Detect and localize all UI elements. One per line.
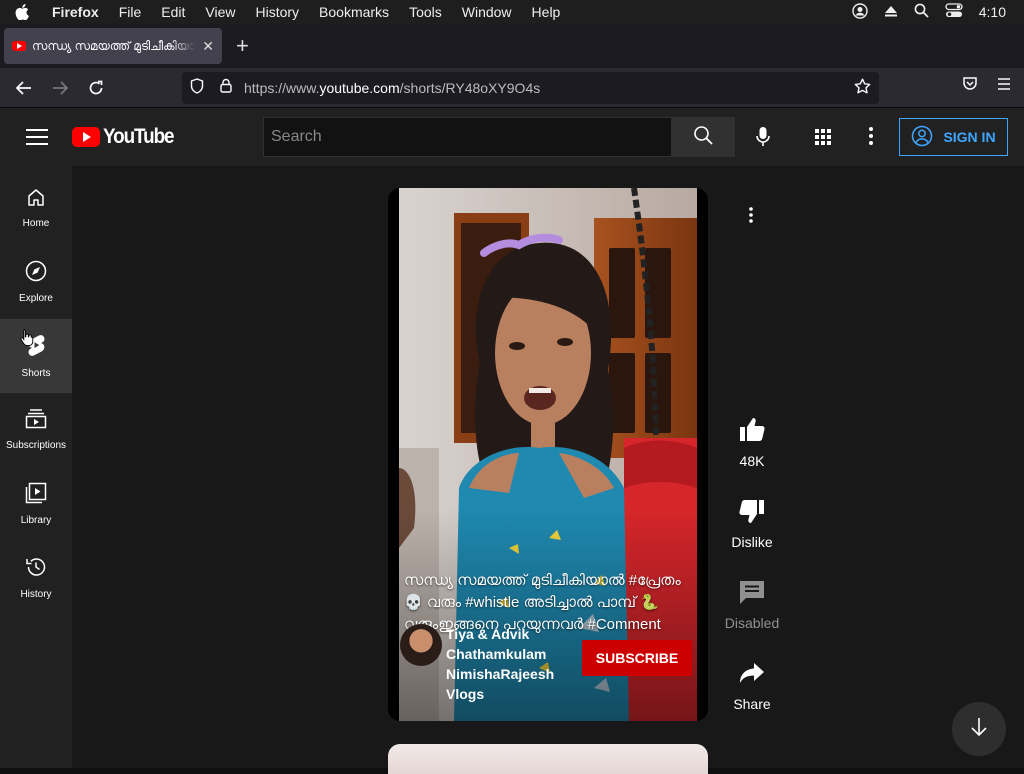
mouse-hand-cursor-icon xyxy=(20,329,34,346)
short-actions: 48K Dislike Disabled Share xyxy=(718,416,786,740)
settings-more-vert-icon[interactable] xyxy=(868,126,874,151)
bookmark-star-icon[interactable] xyxy=(854,78,871,99)
channel-name[interactable]: Tiya & Advik Chathamkulam NimishaRajeesh… xyxy=(446,624,576,704)
eject-icon[interactable] xyxy=(884,4,898,21)
thumb-down-icon xyxy=(738,497,766,528)
dislike-button[interactable]: Dislike xyxy=(731,497,773,578)
sidebar-item-label: Library xyxy=(20,515,52,526)
short-more-options-icon[interactable] xyxy=(748,206,754,229)
address-bar[interactable]: https://www.youtube.com/shorts/RY48oXY9O… xyxy=(182,72,879,104)
share-label: Share xyxy=(733,696,771,712)
subscriptions-icon xyxy=(25,409,47,432)
url-text[interactable]: https://www.youtube.com/shorts/RY48oXY9O… xyxy=(244,80,540,96)
like-count: 48K xyxy=(739,453,765,469)
apps-grid-icon[interactable] xyxy=(814,128,832,151)
youtube-logo[interactable]: YouTube xyxy=(72,125,181,149)
pocket-icon[interactable] xyxy=(962,76,978,96)
compass-icon xyxy=(25,260,47,285)
youtube-play-logo-icon xyxy=(72,127,100,147)
sidebar-item-explore[interactable]: Explore xyxy=(0,245,72,319)
dislike-label: Dislike xyxy=(731,534,773,550)
url-path: /shorts/RY48oXY9O4s xyxy=(399,80,541,96)
apple-menu-icon[interactable] xyxy=(0,4,44,20)
youtube-wordmark: YouTube xyxy=(103,125,175,148)
menu-bookmarks[interactable]: Bookmarks xyxy=(309,4,399,20)
comments-disabled-label: Disabled xyxy=(724,615,780,631)
tab-strip: സന്ധ്യ സമയത്ത് മുടിചീകിയാൽ #പ്രേതം ✕ + xyxy=(0,24,1024,68)
sidebar-item-library[interactable]: Library xyxy=(0,467,72,541)
channel-info: Tiya & Advik Chathamkulam NimishaRajeesh… xyxy=(400,624,700,704)
sidebar-item-subscriptions[interactable]: Subscriptions xyxy=(0,393,72,467)
like-button[interactable]: 48K xyxy=(738,416,766,497)
tab-title: സന്ധ്യ സമയത്ത് മുടിചീകിയാൽ #പ്രേതം xyxy=(32,38,196,53)
voice-search-mic-icon[interactable] xyxy=(744,118,782,156)
arrow-down-icon xyxy=(970,717,988,742)
comments-button[interactable]: Disabled xyxy=(725,578,779,659)
forward-arrow-icon[interactable] xyxy=(42,72,78,104)
shorts-video-player[interactable]: സന്ധ്യ സമയത്ത് മുടിചീകിയാൽ #പ്രേതം 💀 വരു… xyxy=(388,188,708,721)
sidebar-item-history[interactable]: History xyxy=(0,541,72,615)
caption-line: 💀 വരും #whistle അടിച്ചാൽ പാമ്പ് 🐍 xyxy=(404,594,659,611)
youtube-favicon-icon xyxy=(12,41,26,51)
youtube-header: YouTube Search SIGN IN xyxy=(0,108,1024,166)
url-domain: youtube.com xyxy=(319,80,400,96)
channel-avatar[interactable] xyxy=(400,624,442,666)
user-account-icon[interactable] xyxy=(852,2,868,22)
sign-in-button[interactable]: SIGN IN xyxy=(899,118,1008,156)
menu-edit[interactable]: Edit xyxy=(151,4,195,20)
home-icon xyxy=(26,187,46,210)
search-input[interactable]: Search xyxy=(263,117,672,157)
macos-menu-bar: Firefox File Edit View History Bookmarks… xyxy=(0,0,1024,24)
share-arrow-icon xyxy=(738,659,766,690)
tab-close-icon[interactable]: ✕ xyxy=(202,38,214,55)
mini-guide-sidebar: Home Explore Shorts Subscriptions Librar… xyxy=(0,166,72,768)
menu-tools[interactable]: Tools xyxy=(399,4,452,20)
comment-icon xyxy=(738,578,766,609)
back-arrow-icon[interactable] xyxy=(6,72,42,104)
application-menu-icon[interactable] xyxy=(996,77,1012,96)
next-short-preview[interactable] xyxy=(388,744,708,774)
thumb-up-icon xyxy=(738,416,766,447)
share-button[interactable]: Share xyxy=(733,659,771,740)
library-icon xyxy=(25,482,47,507)
reload-icon[interactable] xyxy=(78,72,114,104)
menu-view[interactable]: View xyxy=(195,4,245,20)
caption-line: സന്ധ്യ സമയത്ത് മുടിചീകിയാൽ #പ്രേതം xyxy=(404,572,681,589)
url-prefix: https://www. xyxy=(244,80,320,96)
search-button[interactable] xyxy=(671,117,735,157)
sidebar-item-shorts[interactable]: Shorts xyxy=(0,319,72,393)
menu-window[interactable]: Window xyxy=(452,4,522,20)
padlock-icon[interactable] xyxy=(220,78,232,98)
guide-menu-icon[interactable] xyxy=(26,129,48,145)
navigation-toolbar: https://www.youtube.com/shorts/RY48oXY9O… xyxy=(0,68,1024,108)
browser-tab-active[interactable]: സന്ധ്യ സമയത്ത് മുടിചീകിയാൽ #പ്രേതം ✕ xyxy=(4,28,222,64)
menu-help[interactable]: Help xyxy=(522,4,571,20)
control-center-icon[interactable] xyxy=(945,3,963,21)
new-tab-plus-icon[interactable]: + xyxy=(236,33,249,59)
menu-file[interactable]: File xyxy=(109,4,152,20)
sidebar-item-home[interactable]: Home xyxy=(0,171,72,245)
menu-app-firefox[interactable]: Firefox xyxy=(44,4,109,20)
sidebar-item-label: Home xyxy=(22,218,50,229)
menu-history[interactable]: History xyxy=(245,4,309,20)
account-circle-icon xyxy=(911,125,933,150)
next-video-button[interactable] xyxy=(952,702,1006,756)
menu-bar-clock[interactable]: 4:10 xyxy=(979,4,1006,20)
sidebar-item-label: Shorts xyxy=(21,368,51,379)
sidebar-item-label: History xyxy=(20,589,52,600)
spotlight-search-icon[interactable] xyxy=(914,3,929,21)
tracking-protection-shield-icon[interactable] xyxy=(190,77,204,99)
shorts-main-area: സന്ധ്യ സമയത്ത് മുടിചീകിയാൽ #പ്രേതം 💀 വരു… xyxy=(72,166,1024,774)
history-icon xyxy=(25,556,47,581)
sidebar-item-label: Subscriptions xyxy=(5,440,67,451)
sign-in-label: SIGN IN xyxy=(943,129,996,145)
sidebar-item-label: Explore xyxy=(19,293,53,304)
subscribe-button[interactable]: SUBSCRIBE xyxy=(582,640,692,676)
search-icon xyxy=(693,125,713,150)
